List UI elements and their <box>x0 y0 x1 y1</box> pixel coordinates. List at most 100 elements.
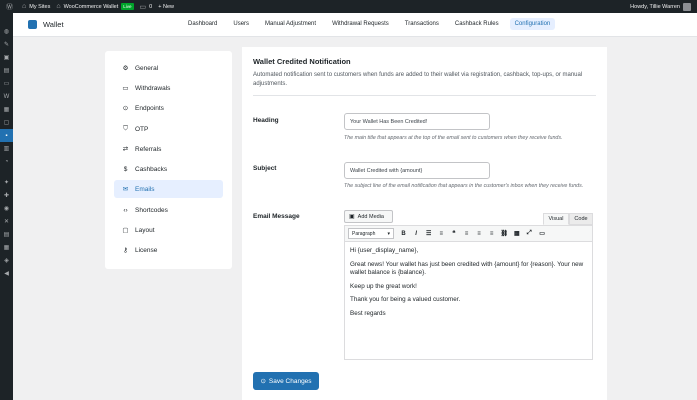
fullscreen-icon[interactable]: ⤢ <box>525 230 534 237</box>
site-name-link[interactable]: ⌂ WooCommerce Wallet Live <box>56 3 134 10</box>
align-right-icon[interactable]: ≡ <box>487 231 496 237</box>
wordpress-logo-icon[interactable]: Ⓦ <box>6 2 16 12</box>
wallet-header: Wallet Dashboard Users Manual Adjustment… <box>13 13 697 37</box>
card-icon: ▭ <box>122 85 129 92</box>
editor-paragraph: Hi {user_display_name}, <box>350 247 419 254</box>
section-title: Wallet Credited Notification <box>253 57 351 66</box>
sidebar-item-endpoints[interactable]: ⊙ Endpoints <box>114 99 223 117</box>
save-changes-button[interactable]: ⊙ Save Changes <box>253 372 319 390</box>
tab-users[interactable]: Users <box>228 18 254 30</box>
add-media-button[interactable]: ▣ Add Media <box>344 210 393 223</box>
bullet-list-icon[interactable]: ☰ <box>424 230 433 237</box>
editor-paragraph: Keep up the great work! <box>350 282 417 290</box>
account-menu[interactable]: Howdy, Tillie Warren <box>630 2 691 11</box>
appearance-icon[interactable]: ✦ <box>0 176 13 189</box>
sidebar-item-general[interactable]: ⚙ General <box>114 59 223 77</box>
save-icon: ⊙ <box>260 378 266 385</box>
sidebar-item-layout[interactable]: ▢ Layout <box>114 221 223 239</box>
numbered-list-icon[interactable]: ≡ <box>437 231 446 237</box>
media-icon: ▣ <box>349 214 355 220</box>
pin-icon[interactable]: ✎ <box>0 38 13 51</box>
live-badge: Live <box>121 3 134 10</box>
dollar-icon: $ <box>123 165 128 173</box>
tab-cashback-rules[interactable]: Cashback Rules <box>450 18 504 30</box>
tools-icon[interactable]: ✕ <box>0 215 13 228</box>
wallet-logo-icon <box>28 20 37 29</box>
sidebar-item-license[interactable]: ⚷ License <box>114 241 223 259</box>
pin-icon: ⊙ <box>122 105 129 112</box>
comments-icon[interactable]: ▭ <box>0 77 13 90</box>
tab-visual[interactable]: Visual <box>543 213 569 225</box>
products-icon[interactable]: ▦ <box>0 103 13 116</box>
sidebar-item-shortcodes[interactable]: ‹› Shortcodes <box>114 201 223 219</box>
plugins-icon[interactable]: ✚ <box>0 189 13 202</box>
divider <box>253 95 596 96</box>
link-icon[interactable]: ⛓ <box>500 230 509 237</box>
sidebar-item-referrals[interactable]: ⇄ Referrals <box>114 140 223 158</box>
payments-icon[interactable]: ▢ <box>0 116 13 129</box>
code-icon: ‹› <box>123 206 128 214</box>
settings-icon[interactable]: ▤ <box>0 228 13 241</box>
shield-icon: ⛉ <box>123 125 128 132</box>
format-select[interactable]: Paragraph ▾ <box>348 228 394 239</box>
pages-icon[interactable]: ▤ <box>0 64 13 77</box>
tab-dashboard[interactable]: Dashboard <box>183 18 222 30</box>
blockquote-icon[interactable]: ❝ <box>449 230 458 237</box>
sidebar-item-cashbacks[interactable]: $ Cashbacks <box>114 160 223 178</box>
tab-withdrawal-requests[interactable]: Withdrawal Requests <box>327 18 394 30</box>
layout-icon: ▢ <box>122 227 129 234</box>
section-description: Automated notification sent to customers… <box>253 72 583 87</box>
settings-sidebar: ⚙ General ▭ Withdrawals ⊙ Endpoints ⛉ OTP ⇄ R… <box>105 51 232 269</box>
heading-help: The main title that appears at the top o… <box>344 135 563 141</box>
tab-manual-adjustment[interactable]: Manual Adjustment <box>260 18 321 30</box>
wallet-nav: Dashboard Users Manual Adjustment Withdr… <box>183 18 556 30</box>
marketing-icon[interactable]: ◔ <box>0 155 13 168</box>
keyboard-icon[interactable]: ▭ <box>538 230 547 237</box>
subject-input[interactable]: Wallet Credited with {amount} <box>344 162 490 179</box>
tab-transactions[interactable]: Transactions <box>400 18 444 30</box>
email-message-editor[interactable]: Hi {user_display_name}, Great news! Your… <box>344 242 593 360</box>
dashboard-icon[interactable]: ◍ <box>0 25 13 38</box>
my-sites-link[interactable]: ⌂ My Sites <box>22 3 50 10</box>
tab-configuration[interactable]: Configuration <box>509 18 556 30</box>
chevron-down-icon: ▾ <box>387 230 390 237</box>
subject-label: Subject <box>253 165 277 172</box>
sidebar-item-withdrawals[interactable]: ▭ Withdrawals <box>114 79 223 97</box>
gear-icon: ⚙ <box>122 65 129 72</box>
sites-icon: ⌂ <box>22 3 27 10</box>
blocks-icon[interactable]: ◈ <box>0 254 13 267</box>
email-settings-panel: Wallet Credited Notification Automated n… <box>242 47 607 400</box>
new-content-link[interactable]: + New <box>158 4 174 10</box>
toolbar-toggle-icon[interactable]: ▦ <box>512 230 521 237</box>
align-center-icon[interactable]: ≡ <box>475 231 484 237</box>
align-left-icon[interactable]: ≡ <box>462 231 471 237</box>
users-icon[interactable]: ◉ <box>0 202 13 215</box>
comments-link[interactable]: ▭ 0 <box>140 3 153 11</box>
analytics-icon[interactable]: ▥ <box>0 142 13 155</box>
editor-paragraph: Thank you for being a valued customer. <box>350 296 461 303</box>
tab-code[interactable]: Code <box>569 213 593 225</box>
admin-menu: ◍ ✎ ▣ ▤ ▭ W ▦ ▢ ▪ ▥ ◔ ✦ ✚ ◉ ✕ ▤ ▦ ◈ ◀ <box>0 13 13 400</box>
email-message-label: Email Message <box>253 213 300 220</box>
referral-icon: ⇄ <box>122 146 129 153</box>
collapse-icon[interactable]: ◀ <box>0 267 13 280</box>
avatar <box>683 2 691 11</box>
admin-bar: Ⓦ ⌂ My Sites ⌂ WooCommerce Wallet Live ▭ 0 +… <box>0 0 697 13</box>
sidebar-item-otp[interactable]: ⛉ OTP <box>114 120 223 138</box>
comment-icon: ▭ <box>139 3 147 11</box>
extra-icon[interactable]: ▦ <box>0 241 13 254</box>
subject-help: The subject line of the email notificati… <box>344 183 584 189</box>
sidebar-item-emails[interactable]: ✉ Emails <box>114 180 223 198</box>
wallet-icon[interactable]: ▪ <box>0 129 13 142</box>
editor-paragraph: Best regards <box>350 309 386 317</box>
page-title: Wallet <box>43 20 64 29</box>
heading-label: Heading <box>253 117 279 124</box>
woocommerce-icon[interactable]: W <box>0 90 13 103</box>
italic-icon[interactable]: I <box>412 231 421 237</box>
media-icon[interactable]: ▣ <box>0 51 13 64</box>
heading-input[interactable]: Your Wallet Has Been Credited! <box>344 113 490 130</box>
bold-icon[interactable]: B <box>399 231 408 237</box>
editor-toolbar: Paragraph ▾ B I ☰ ≡ ❝ ≡ ≡ ≡ ⛓ ▦ ⤢ ▭ <box>344 225 593 242</box>
home-icon: ⌂ <box>56 3 61 10</box>
editor-paragraph: Great news! Your wallet has just been cr… <box>350 260 584 277</box>
